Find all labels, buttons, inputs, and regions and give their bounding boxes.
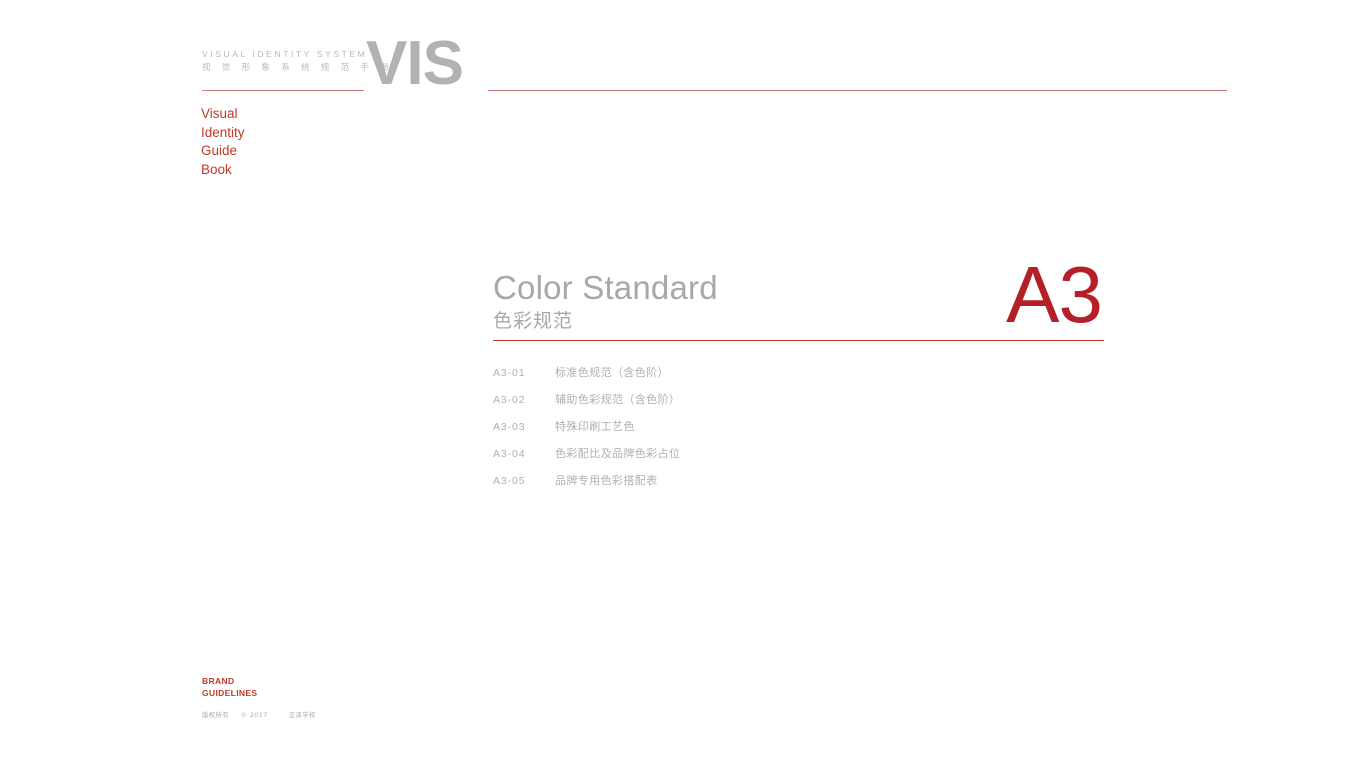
masthead-divider [202, 90, 364, 91]
copyright-org: 正泽学校 [288, 711, 316, 719]
contents-item-code: A3-01 [493, 367, 526, 379]
copyright-cn: 版权所有 [202, 711, 229, 719]
contents-item-label: 色彩配比及品牌色彩占位 [555, 447, 681, 460]
vis-brand-guideline-page: VISUAL IDENTITY SYSTEM 视 觉 形 象 系 统 规 范 手… [0, 0, 1366, 768]
contents-item-label: 特殊印刷工艺色 [555, 420, 635, 433]
footer-copyright: 版权所有 © 2017 正泽学校 [202, 710, 316, 719]
footer-brand-line2: GUIDELINES [202, 688, 258, 699]
contents-item-code: A3-03 [493, 421, 526, 433]
copyright-year: © 2017 [240, 711, 268, 719]
list-item[interactable]: A3-04 色彩配比及品牌色彩占位 [493, 445, 1053, 472]
list-item[interactable]: A3-01 标准色规范（含色阶） [493, 364, 1053, 391]
contents-item-code: A3-02 [493, 394, 526, 406]
contents-item-label: 标准色规范（含色阶） [555, 366, 669, 379]
header-divider [488, 90, 1227, 91]
visual-identity-guide-book-label: Visual Identity Guide Book [201, 106, 245, 177]
contents-list: A3-01 标准色规范（含色阶） A3-02 辅助色彩规范（含色阶） A3-03… [493, 364, 1053, 499]
page-title-en: Color Standard [493, 269, 718, 306]
vis-logotype: VIS [366, 29, 464, 98]
contents-item-code: A3-05 [493, 475, 526, 487]
list-item[interactable]: A3-03 特殊印刷工艺色 [493, 418, 1053, 445]
section-marker: A3 [1006, 250, 1103, 339]
contents-item-code: A3-04 [493, 448, 526, 460]
footer-brand: BRAND GUIDELINES [202, 675, 257, 700]
page-title-cn: 色彩规范 [493, 310, 574, 332]
list-item[interactable]: A3-02 辅助色彩规范（含色阶） [493, 391, 1053, 418]
title-divider [493, 340, 1104, 342]
contents-item-label: 品牌专用色彩搭配表 [555, 474, 658, 487]
list-item[interactable]: A3-05 品牌专用色彩搭配表 [493, 472, 1053, 499]
footer-brand-line1: BRAND [202, 676, 235, 686]
page-title: Color Standard 色彩规范 [493, 268, 718, 334]
contents-item-label: 辅助色彩规范（含色阶） [555, 393, 681, 406]
